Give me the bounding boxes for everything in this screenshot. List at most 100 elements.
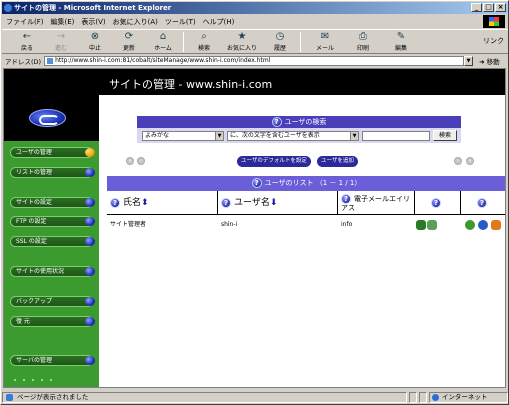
column-name[interactable]: ? 氏名⬍ xyxy=(107,191,218,215)
search-submit-button[interactable]: 検索 xyxy=(433,130,458,141)
cell-name: サイト管理者 xyxy=(110,221,147,228)
search-panel-title: ユーザの検索 xyxy=(284,118,327,126)
chevron-down-icon: ▼ xyxy=(350,131,358,140)
nav-orb-icon xyxy=(85,148,95,157)
info-icon[interactable] xyxy=(465,220,475,230)
last-page-icon[interactable]: » xyxy=(466,157,474,165)
help-icon[interactable]: ? xyxy=(251,178,262,188)
minimize-button[interactable]: _ xyxy=(471,3,482,12)
nav-orb-icon xyxy=(85,356,95,365)
page-viewport: サイトの管理 - www.shin-i.com ユーザの管理 リストの管理 サイ… xyxy=(3,68,506,388)
browser-window: サイトの管理 - Microsoft Internet Explorer _ □… xyxy=(0,0,509,405)
sidebar-item-site-settings[interactable]: サイトの設定 xyxy=(10,197,95,208)
toolbar: ← 戻る → 進む ⊗ 中止 ⟳ 更新 ⌂ ホーム ⌕ 検索 ★ お気に入り ◷ 履歴 ✉ メール… xyxy=(2,29,508,54)
search-input[interactable] xyxy=(362,130,430,141)
refresh-button[interactable]: ⟳ 更新 xyxy=(112,30,146,54)
cobalt-logo-icon xyxy=(29,109,66,127)
address-bar: アドレス(D) http://www.shin-i.com:81/cobalt/… xyxy=(2,55,508,67)
history-icon: ◷ xyxy=(275,31,285,42)
column-actions: ? xyxy=(461,191,505,215)
security-zone: インターネット xyxy=(428,392,508,403)
menu-tools[interactable]: ツール(T) xyxy=(165,17,196,27)
sidebar-item-ssl[interactable]: SSL の設定 xyxy=(10,236,95,247)
search-button[interactable]: ⌕ 検索 xyxy=(187,30,221,54)
history-button[interactable]: ◷ 履歴 xyxy=(263,30,297,54)
help-icon[interactable]: ? xyxy=(431,197,441,208)
ie-icon xyxy=(4,4,12,12)
menu-file[interactable]: ファイル(F) xyxy=(6,17,44,27)
search-mode-select[interactable]: に、次の文字を含むユーザを表示 ▼ xyxy=(227,130,359,141)
site-admin-icon xyxy=(416,220,426,230)
search-panel: よみがな ▼ に、次の文字を含むユーザを表示 ▼ 検索 xyxy=(137,128,461,143)
home-button[interactable]: ⌂ ホーム xyxy=(146,30,180,54)
first-page-icon[interactable]: « xyxy=(126,157,134,165)
menu-favorites[interactable]: お気に入り(A) xyxy=(113,17,158,27)
user-list-header: ? ユーザのリスト （1 － 1 / 1） xyxy=(107,176,505,191)
set-user-defaults-button[interactable]: ユーザのデフォルトを設定 xyxy=(237,156,311,167)
status-bar: ページが表示されました インターネット xyxy=(2,391,508,404)
sidebar-item-users[interactable]: ユーザの管理 xyxy=(10,147,95,158)
favorites-button[interactable]: ★ お気に入り xyxy=(221,30,263,54)
favorites-icon: ★ xyxy=(237,31,247,42)
back-button[interactable]: ← 戻る xyxy=(10,30,44,54)
menu-bar: ファイル(F) 編集(E) 表示(V) お気に入り(A) ツール(T) ヘルプ(… xyxy=(2,15,508,28)
refresh-icon: ⟳ xyxy=(124,31,134,42)
add-user-button[interactable]: ユーザを追加 xyxy=(317,156,358,167)
chevron-down-icon: ▼ xyxy=(215,131,223,140)
nav-orb-icon xyxy=(85,217,95,226)
sidebar-item-usage[interactable]: サイトの使用状況 xyxy=(10,266,95,277)
modify-icon[interactable] xyxy=(478,220,488,230)
home-icon: ⌂ xyxy=(159,31,167,42)
mail-button[interactable]: ✉ メール xyxy=(304,30,346,54)
table-row: サイト管理者 shin-i info xyxy=(107,216,505,234)
cell-email-alias: info xyxy=(341,221,353,228)
close-button[interactable]: × xyxy=(495,3,506,12)
delete-icon[interactable] xyxy=(491,220,501,230)
help-icon[interactable]: ? xyxy=(271,117,282,127)
forward-arrow-icon: → xyxy=(56,31,66,42)
help-icon[interactable]: ? xyxy=(110,197,120,208)
sort-both-icon[interactable]: ⬍ xyxy=(141,198,149,208)
sort-down-icon[interactable]: ⬇ xyxy=(270,198,278,208)
go-button[interactable]: ➜ 移動 xyxy=(479,56,500,66)
search-field-select[interactable]: よみがな ▼ xyxy=(142,130,224,141)
back-arrow-icon: ← xyxy=(22,31,32,42)
stop-button[interactable]: ⊗ 中止 xyxy=(78,30,112,54)
help-icon[interactable]: ? xyxy=(477,197,487,208)
title-bar: サイトの管理 - Microsoft Internet Explorer _ □… xyxy=(2,2,508,14)
sidebar-item-backup[interactable]: バックアップ xyxy=(10,296,95,307)
help-icon[interactable]: ? xyxy=(221,197,231,208)
user-shell-icon xyxy=(427,220,437,230)
column-username[interactable]: ? ユーザ名⬇ xyxy=(218,191,338,215)
nav-orb-icon xyxy=(85,168,95,177)
edit-button[interactable]: ✎ 編集 xyxy=(380,30,422,54)
table-header: ? 氏名⬍ ? ユーザ名⬇ ? 電子メールエイリアス ? ? xyxy=(107,191,505,215)
search-icon: ⌕ xyxy=(201,31,207,42)
address-dropdown[interactable]: ▼ xyxy=(464,56,474,66)
sidebar-item-server[interactable]: サーバの管理 xyxy=(10,355,95,366)
window-title: サイトの管理 - Microsoft Internet Explorer xyxy=(14,4,172,12)
maximize-button[interactable]: □ xyxy=(483,3,494,12)
edit-icon: ✎ xyxy=(396,31,406,42)
menu-edit[interactable]: 編集(E) xyxy=(51,17,75,27)
menu-help[interactable]: ヘルプ(H) xyxy=(203,17,235,27)
stop-icon: ⊗ xyxy=(90,31,100,42)
sidebar-item-restore[interactable]: 復 元 xyxy=(10,316,95,327)
menu-view[interactable]: 表示(V) xyxy=(81,17,105,27)
column-status: ? xyxy=(415,191,461,215)
sidebar-item-lists[interactable]: リストの管理 xyxy=(10,167,95,178)
next-page-icon[interactable]: › xyxy=(454,157,462,165)
nav-orb-icon xyxy=(85,237,95,246)
nav-orb-icon xyxy=(85,198,95,207)
status-message: ページが表示されました xyxy=(2,392,407,403)
sidebar-item-ftp[interactable]: FTP の設定 xyxy=(10,216,95,227)
address-input[interactable]: http://www.shin-i.com:81/cobalt/siteMana… xyxy=(44,56,465,66)
address-label: アドレス(D) xyxy=(5,58,42,66)
links-button[interactable]: リンク xyxy=(483,36,504,46)
help-icon[interactable]: ? xyxy=(341,194,351,204)
forward-button[interactable]: → 進む xyxy=(44,30,78,54)
search-panel-header: ? ユーザの検索 xyxy=(137,116,461,128)
prev-page-icon[interactable]: ‹ xyxy=(137,157,145,165)
user-list-title: ユーザのリスト （1 － 1 / 1） xyxy=(264,179,362,187)
print-button[interactable]: ⎙ 印刷 xyxy=(346,30,380,54)
